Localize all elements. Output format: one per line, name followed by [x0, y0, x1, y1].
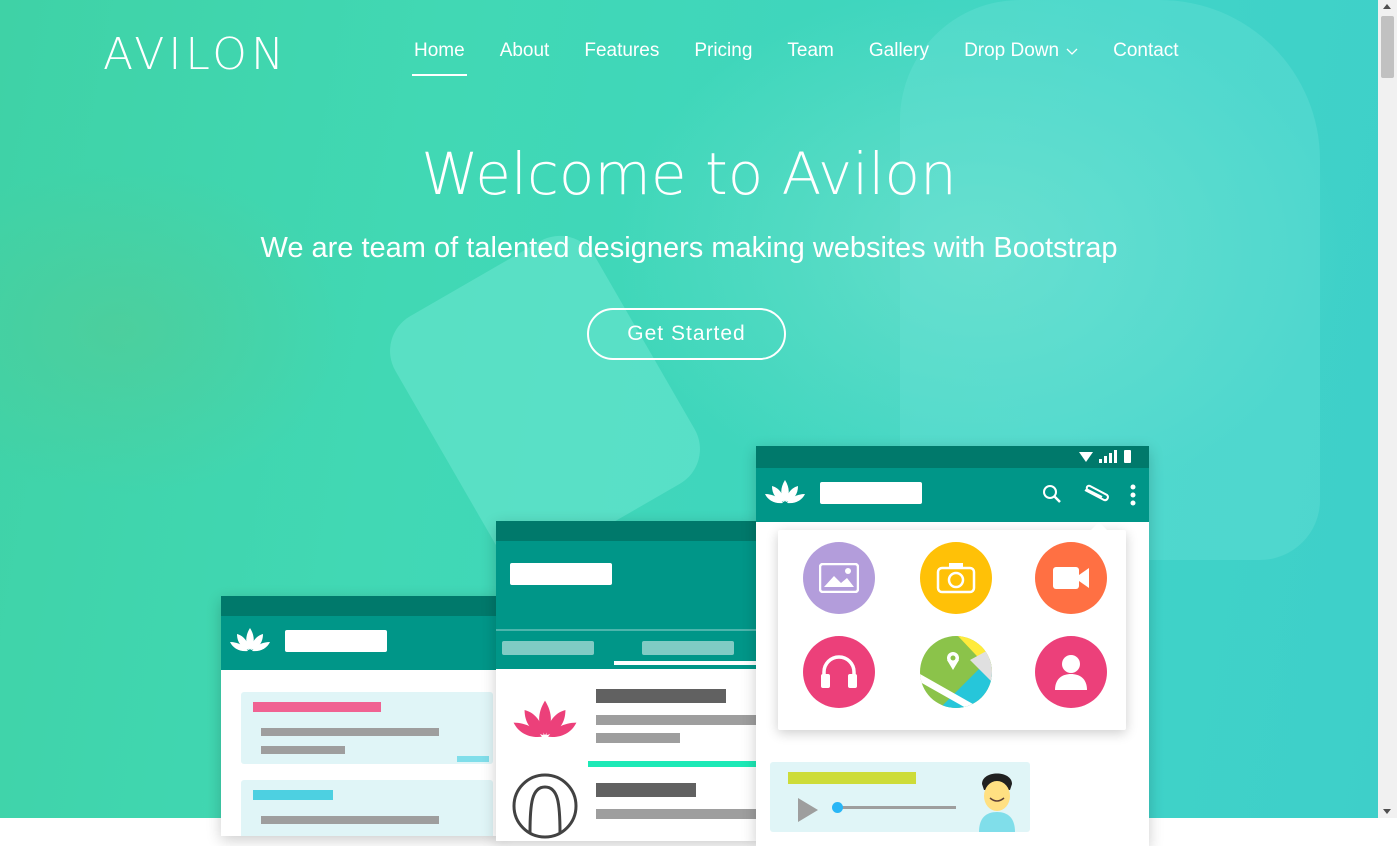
nav-pricing[interactable]: Pricing [694, 40, 752, 74]
nav-home[interactable]: Home [412, 40, 467, 76]
accent-line [588, 761, 758, 767]
headphones-icon[interactable] [803, 636, 875, 708]
phone-mockup-middle [496, 521, 758, 841]
audio-progress-track [836, 806, 956, 809]
attach-menu-card [778, 522, 1126, 730]
page-scrollbar[interactable] [1378, 0, 1397, 818]
hero-subtitle: We are team of talented designers making… [260, 232, 1118, 264]
text-line [261, 816, 439, 824]
user-avatar-icon [979, 773, 1015, 832]
get-started-button[interactable]: Get Started [587, 308, 786, 360]
status-icons [1079, 450, 1131, 463]
status-bar [496, 521, 758, 541]
text-line [596, 733, 680, 743]
map-icon[interactable] [920, 636, 992, 708]
nav-about-label: About [499, 40, 550, 61]
hero-title: Welcome to Avilon [421, 140, 957, 208]
lotus-logo-icon [230, 628, 270, 652]
tab-indicator [614, 661, 758, 665]
phone-mockup-left [221, 596, 501, 836]
tab-1 [502, 641, 594, 655]
nav-home-label: Home [414, 40, 465, 61]
text-line [596, 689, 726, 703]
app-bar [221, 616, 501, 670]
status-bar [756, 446, 1149, 468]
scroll-down-arrow-icon[interactable] [1383, 809, 1391, 814]
nav-contact[interactable]: Contact [1113, 40, 1178, 74]
person-icon[interactable] [1035, 636, 1107, 708]
nav-team[interactable]: Team [787, 40, 833, 74]
message-bubble [241, 692, 493, 764]
tab-2 [642, 641, 734, 655]
title-placeholder [285, 630, 387, 652]
lotus-pink-icon [513, 700, 577, 737]
menu-pointer [1090, 522, 1108, 531]
nav-gallery-label: Gallery [868, 40, 930, 61]
nav-dropdown-label: Drop Down [964, 40, 1060, 61]
app-bar [756, 468, 1149, 522]
nav-about[interactable]: About [500, 40, 550, 74]
search-icon[interactable] [1042, 484, 1062, 504]
nav-dropdown[interactable]: Drop Down [964, 40, 1078, 74]
nav-pricing-label: Pricing [694, 40, 753, 61]
play-icon[interactable] [794, 796, 822, 824]
wifi-icon [1079, 452, 1093, 462]
text-line [788, 772, 916, 784]
status-bar [221, 596, 501, 616]
nav-contact-label: Contact [1113, 40, 1179, 61]
title-placeholder [820, 482, 922, 504]
phone-mockup-right [756, 446, 1149, 846]
audio-message-bubble [770, 762, 1030, 832]
text-line [253, 702, 381, 712]
more-vert-icon[interactable] [1128, 484, 1138, 506]
battery-icon [1124, 450, 1131, 463]
video-icon[interactable] [1035, 542, 1107, 614]
text-line [596, 715, 758, 725]
nav-features-label: Features [584, 40, 660, 61]
text-line [596, 783, 696, 797]
lotus-logo-icon [765, 480, 805, 504]
main-nav: Home About Features Pricing Team Gallery… [412, 40, 1214, 76]
camera-icon[interactable] [920, 542, 992, 614]
app-bar [496, 541, 758, 669]
brand-logo[interactable]: AVILON [103, 29, 288, 80]
attach-icon[interactable] [1082, 484, 1110, 504]
text-line [253, 790, 333, 800]
image-icon[interactable] [803, 542, 875, 614]
audio-progress-knob[interactable] [832, 802, 843, 813]
scroll-thumb[interactable] [1381, 16, 1394, 78]
nav-features[interactable]: Features [584, 40, 659, 74]
text-line [457, 756, 489, 762]
avatar-icon [512, 773, 578, 839]
scroll-up-arrow-icon[interactable] [1383, 4, 1391, 9]
nav-team-label: Team [787, 40, 834, 61]
chevron-down-icon [1066, 48, 1078, 55]
tab-divider [496, 629, 758, 631]
message-bubble [241, 780, 493, 836]
text-line [261, 728, 439, 736]
title-placeholder [510, 563, 612, 585]
text-line [261, 746, 345, 754]
nav-gallery[interactable]: Gallery [869, 40, 929, 74]
